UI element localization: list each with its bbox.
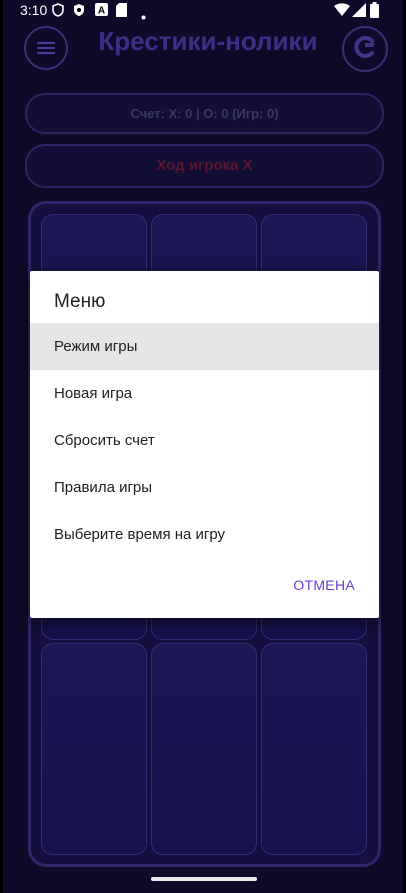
cancel-button[interactable]: ОТМЕНА: [293, 577, 355, 593]
signal-icon: [352, 3, 366, 20]
menu-item-reset-score[interactable]: Сбросить счет: [30, 417, 379, 464]
status-bar: 3:10 A: [0, 0, 406, 22]
turn-indicator: Ход игрока X: [25, 144, 384, 188]
menu-dialog: Меню Режим игры Новая игра Сбросить счет…: [30, 271, 379, 618]
home-indicator[interactable]: [151, 877, 257, 881]
page-title: Крестики-нолики: [98, 26, 318, 56]
hamburger-icon: [37, 39, 55, 57]
app-a-icon: A: [95, 3, 108, 19]
svg-text:A: A: [98, 6, 105, 17]
shield-icon: [52, 3, 64, 20]
wifi-icon: [334, 3, 350, 20]
menu-button[interactable]: [24, 26, 68, 70]
board-cell-6[interactable]: [41, 643, 147, 855]
menu-item-game-mode[interactable]: Режим игры: [30, 323, 379, 370]
security-icon: [73, 3, 85, 20]
reset-button[interactable]: [342, 26, 388, 72]
menu-item-select-time[interactable]: Выберите время на игру: [30, 511, 379, 558]
dialog-title: Меню: [54, 291, 106, 312]
battery-icon: [370, 2, 379, 21]
board-cell-7[interactable]: [151, 643, 257, 855]
menu-item-new-game[interactable]: Новая игра: [30, 370, 379, 417]
menu-item-rules[interactable]: Правила игры: [30, 464, 379, 511]
status-time: 3:10: [20, 2, 48, 18]
score-display: Счет: X: 0 | O: 0 (Игр: 0): [25, 93, 384, 134]
sd-card-icon: [116, 3, 127, 20]
refresh-icon: [352, 34, 378, 65]
board-cell-8[interactable]: [261, 643, 367, 855]
notification-dot-icon: [141, 7, 146, 23]
